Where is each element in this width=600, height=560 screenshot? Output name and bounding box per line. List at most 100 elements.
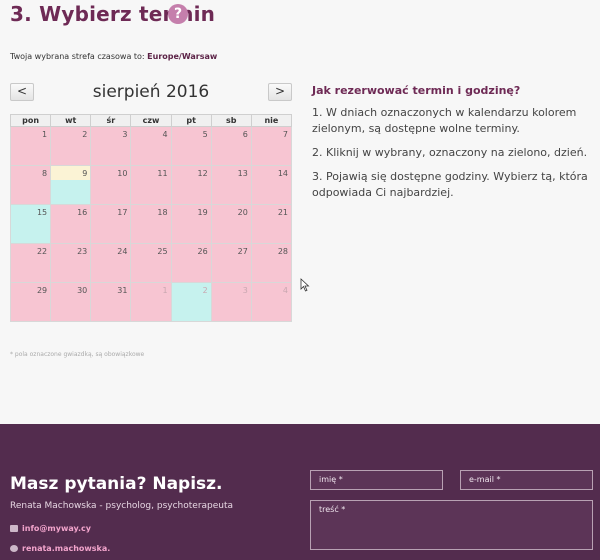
day-number: 5 [202, 130, 208, 139]
day-number: 29 [36, 286, 48, 295]
day-number: 1 [42, 130, 48, 139]
calendar-day-cell[interactable]: 31 [90, 282, 132, 322]
day-number: 21 [277, 208, 288, 217]
day-number: 14 [277, 169, 288, 178]
weekday-header: śr [90, 114, 132, 127]
email-link[interactable]: info@myway.cy [10, 524, 91, 533]
calendar-day-cell[interactable]: 2 [170, 282, 212, 322]
day-number: 1 [162, 286, 168, 295]
calendar-day-cell[interactable]: 15 [9, 204, 52, 244]
month-title: sierpień 2016 [92, 82, 210, 102]
calendar-week-row: 1 2 3 4 5 6 7 [9, 126, 293, 166]
calendar-day-cell[interactable]: 4 [130, 126, 172, 166]
instructions-panel: Jak rezerwować termin i godzinę? 1. W dn… [312, 84, 597, 209]
day-number: 12 [197, 169, 208, 178]
contact-footer: Masz pytania? Napisz. Renata Machowska -… [0, 424, 600, 560]
day-number: 9 [82, 169, 88, 178]
mouse-cursor-icon [300, 278, 310, 292]
calendar-body: 1 2 3 4 5 6 7 8 9 10 11 12 13 14 15 16 17 18 19 20 21 22 23 24 2… [9, 126, 293, 322]
day-number: 2 [202, 286, 208, 295]
day-number: 16 [77, 208, 88, 217]
weekday-row: pon wt śr czw pt sb nie [9, 114, 293, 127]
calendar-day-cell[interactable]: 14 [250, 165, 293, 205]
calendar-day-cell[interactable]: 16 [50, 204, 92, 244]
day-number: 24 [117, 247, 128, 256]
weekday-header: pon [9, 114, 52, 127]
email-text[interactable]: info@myway.cy [22, 524, 91, 533]
calendar-day-cell[interactable]: 1 [130, 282, 172, 322]
weekday-header: czw [130, 114, 172, 127]
day-number: 6 [242, 130, 248, 139]
calendar-day-cell[interactable]: 26 [170, 243, 212, 283]
calendar-day-cell[interactable]: 1 [9, 126, 52, 166]
calendar-week-row: 22 23 24 25 26 27 28 [9, 243, 293, 283]
calendar-day-cell[interactable]: 13 [210, 165, 252, 205]
message-field[interactable]: treść * [310, 500, 593, 550]
calendar-day-cell[interactable]: 22 [9, 243, 52, 283]
calendar-day-cell[interactable]: 19 [170, 204, 212, 244]
calendar-day-cell[interactable]: 28 [250, 243, 293, 283]
calendar-day-cell[interactable]: 20 [210, 204, 252, 244]
calendar-day-cell[interactable]: 27 [210, 243, 252, 283]
weekday-header: pt [170, 114, 212, 127]
day-number: 13 [237, 169, 248, 178]
day-number: 27 [237, 247, 248, 256]
skype-icon [10, 545, 18, 552]
day-number: 17 [117, 208, 128, 217]
calendar-grid: pon wt śr czw pt sb nie 1 2 3 4 5 6 7 8 9 10 11 12 1… [9, 114, 293, 322]
calendar-week-row: 29 30 31 1 2 3 4 [9, 282, 293, 322]
day-number: 4 [282, 286, 288, 295]
calendar-day-cell[interactable]: 29 [9, 282, 52, 322]
day-number: 22 [36, 247, 48, 256]
calendar-day-cell[interactable]: 11 [130, 165, 172, 205]
calendar-day-cell[interactable]: 3 [210, 282, 252, 322]
skype-text[interactable]: renata.machowska. [22, 544, 110, 553]
required-fields-note: * pola oznaczone gwiazdką, są obowiązkow… [10, 351, 145, 358]
calendar-day-cell[interactable]: 10 [90, 165, 132, 205]
calendar-week-row: 15 16 17 18 19 20 21 [9, 204, 293, 244]
footer-title: Masz pytania? Napisz. [10, 474, 223, 494]
instruction-step: 3. Pojawią się dostępne godziny. Wybierz… [312, 170, 588, 199]
email-field[interactable]: e-mail * [460, 470, 593, 490]
day-number: 23 [77, 247, 88, 256]
calendar-day-cell[interactable]: 24 [90, 243, 132, 283]
day-number: 18 [157, 208, 168, 217]
calendar-day-cell[interactable]: 8 [9, 165, 52, 205]
name-field[interactable]: imię * [310, 470, 443, 490]
day-number: 30 [77, 286, 88, 295]
day-number: 10 [117, 169, 128, 178]
calendar-day-cell[interactable]: 17 [90, 204, 132, 244]
calendar-day-cell[interactable]: 23 [50, 243, 92, 283]
calendar-day-cell[interactable]: 30 [50, 282, 92, 322]
calendar-day-cell[interactable]: 12 [170, 165, 212, 205]
instruction-step: 1. W dniach oznaczonych w kalendarzu kol… [312, 106, 577, 135]
day-number: 11 [157, 169, 168, 178]
day-number: 2 [82, 130, 88, 139]
day-number: 25 [157, 247, 168, 256]
day-number: 20 [237, 208, 248, 217]
help-icon[interactable]: ? [168, 4, 188, 24]
calendar-header: < sierpień 2016 > [10, 82, 292, 108]
next-month-button[interactable]: > [268, 83, 292, 101]
weekday-header: sb [210, 114, 252, 127]
calendar-day-cell[interactable]: 7 [250, 126, 293, 166]
day-number: 8 [42, 169, 48, 178]
day-number: 3 [122, 130, 128, 139]
calendar-day-cell[interactable]: 2 [50, 126, 92, 166]
calendar-day-cell[interactable]: 9 [50, 165, 92, 205]
calendar-day-cell[interactable]: 25 [130, 243, 172, 283]
skype-link[interactable]: renata.machowska. [10, 544, 110, 553]
calendar-day-cell[interactable]: 5 [170, 126, 212, 166]
day-number: 7 [282, 130, 288, 139]
instruction-step: 2. Kliknij w wybrany, oznaczony na zielo… [312, 146, 588, 159]
calendar-week-row: 8 9 10 11 12 13 14 [9, 165, 293, 205]
calendar-day-cell[interactable]: 3 [90, 126, 132, 166]
envelope-icon [10, 525, 18, 532]
calendar-day-cell[interactable]: 21 [250, 204, 293, 244]
timezone-value[interactable]: Europe/Warsaw [147, 52, 217, 61]
calendar-day-cell[interactable]: 6 [210, 126, 252, 166]
day-number: 4 [162, 130, 168, 139]
calendar-day-cell[interactable]: 18 [130, 204, 172, 244]
calendar-day-cell[interactable]: 4 [250, 282, 293, 322]
day-number: 3 [242, 286, 248, 295]
